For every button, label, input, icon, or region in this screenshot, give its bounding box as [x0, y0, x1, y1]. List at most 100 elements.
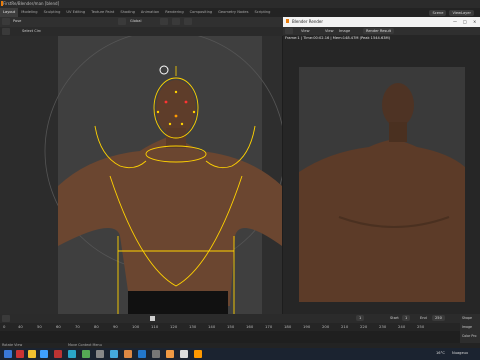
render-slot-selector[interactable]: Render Result — [363, 28, 395, 34]
blender-logo-icon — [1, 1, 3, 6]
ruler-tick: 190 — [303, 324, 311, 329]
ruler-tick: 240 — [398, 324, 406, 329]
app-icon-10[interactable] — [194, 350, 202, 358]
current-frame-field[interactable]: 1 — [356, 315, 365, 321]
ruler-tick: 250 — [417, 324, 425, 329]
viewlayer-selector[interactable]: ViewLayer — [449, 9, 474, 16]
select-mode-selector[interactable]: Select Circ — [22, 29, 41, 33]
render-neck — [389, 122, 407, 142]
start-label: Start — [390, 316, 399, 320]
render-result-image — [299, 67, 465, 302]
frame-ruler[interactable]: 0 40 50 60 70 80 90 100 110 120 130 140 … — [0, 323, 460, 331]
folder-icon[interactable] — [28, 350, 36, 358]
timeline-header: 1 Start 1 End 250 — [0, 314, 460, 323]
tab-compositing[interactable]: Compositing — [187, 8, 216, 17]
close-icon[interactable]: × — [473, 19, 476, 24]
ruler-tick: 130 — [189, 324, 197, 329]
ruler-tick: 210 — [341, 324, 349, 329]
ruler-tick: 120 — [170, 324, 178, 329]
ruler-tick: 80 — [94, 324, 99, 329]
app-icon-2[interactable] — [54, 350, 62, 358]
start-icon[interactable] — [4, 350, 12, 358]
select-tool-icon[interactable] — [2, 28, 10, 35]
side-panel: Shape Image Color Pro — [460, 314, 480, 343]
tab-shading[interactable]: Shading — [117, 8, 138, 17]
render-window-title: Blender Render — [292, 19, 324, 24]
app-icon-5[interactable] — [110, 350, 118, 358]
tab-uv-editing[interactable]: UV Editing — [63, 8, 88, 17]
start-frame-field[interactable]: 1 — [402, 315, 411, 321]
ruler-tick: 160 — [246, 324, 254, 329]
status-right: Move Context Menu — [68, 343, 102, 347]
character-head — [156, 80, 196, 136]
tab-geometry-nodes[interactable]: Geometry Nodes — [215, 8, 251, 17]
app-icon-4[interactable] — [96, 350, 104, 358]
ruler-tick: 230 — [379, 324, 387, 329]
menu-image[interactable]: Image — [339, 29, 350, 33]
editor-type-icon[interactable] — [285, 28, 293, 34]
render-window-titlebar: Blender Render — □ × — [283, 17, 480, 27]
render-head — [382, 83, 414, 127]
maximize-icon[interactable]: □ — [463, 19, 467, 24]
ruler-tick: 140 — [208, 324, 216, 329]
side-panel-item[interactable]: Color Pro — [462, 334, 476, 338]
image-editor-header: View View Image Render Result — [283, 27, 480, 35]
ruler-tick: 110 — [151, 324, 159, 329]
ruler-tick: 150 — [227, 324, 235, 329]
minimize-icon[interactable]: — — [453, 19, 457, 24]
transform-orientation-icon[interactable] — [118, 18, 126, 25]
menu-view[interactable]: View — [301, 29, 310, 33]
proportional-icon[interactable] — [184, 18, 192, 25]
ruler-tick: 200 — [322, 324, 330, 329]
taskbar: 16°C Nuageux — [0, 348, 480, 360]
ruler-tick: 100 — [132, 324, 140, 329]
tab-rendering[interactable]: Rendering — [162, 8, 186, 17]
app-icon-7[interactable] — [152, 350, 160, 358]
status-left: Rotate View — [2, 343, 23, 347]
browser-icon[interactable] — [40, 350, 48, 358]
mode-selector[interactable]: Pose — [13, 19, 21, 23]
tab-modeling[interactable]: Modeling — [18, 8, 40, 17]
blender-logo-icon — [286, 19, 289, 23]
ruler-tick: 60 — [56, 324, 61, 329]
ruler-tick: 0 — [3, 324, 6, 329]
tab-scripting[interactable]: Scripting — [251, 8, 273, 17]
app-icon[interactable] — [16, 350, 24, 358]
ruler-tick: 50 — [37, 324, 42, 329]
play-icon[interactable] — [150, 316, 155, 321]
side-panel-item[interactable]: Image — [462, 325, 472, 329]
app-icon-3[interactable] — [82, 350, 90, 358]
snap-icon[interactable] — [172, 18, 180, 25]
app-icon-9[interactable] — [180, 350, 188, 358]
render-info: Frame:1 | Time:00:02.16 | Mem:148.47M (P… — [285, 36, 391, 40]
menu-view-2[interactable]: View — [325, 29, 334, 33]
tab-sculpting[interactable]: Sculpting — [41, 8, 64, 17]
timeline-editor-icon[interactable] — [2, 315, 10, 322]
weather-desc: Nuageux — [452, 351, 469, 355]
app-icon-6[interactable] — [138, 350, 146, 358]
ruler-tick: 90 — [113, 324, 118, 329]
pivot-icon[interactable] — [160, 18, 168, 25]
editor-type-icon[interactable] — [2, 18, 10, 25]
side-panel-item[interactable]: Shape — [462, 316, 472, 320]
title-bar: FirstRe/Blender/man [blend] — [0, 0, 480, 8]
ruler-tick: 180 — [284, 324, 292, 329]
ruler-tick: 170 — [265, 324, 273, 329]
window-title: FirstRe/Blender/man [blend] — [3, 1, 60, 6]
end-frame-field[interactable]: 250 — [432, 315, 445, 321]
render-window: Blender Render — □ × View View Image Ren… — [283, 17, 480, 314]
timeline-body[interactable] — [0, 331, 460, 343]
3d-viewport[interactable] — [0, 36, 282, 314]
ruler-tick: 40 — [18, 324, 23, 329]
edge-icon[interactable] — [68, 350, 76, 358]
tab-animation[interactable]: Animation — [138, 8, 162, 17]
blender-taskbar-icon[interactable] — [124, 350, 132, 358]
transform-space-selector[interactable]: Global — [130, 19, 141, 23]
tab-layout[interactable]: Layout — [0, 8, 19, 17]
ruler-tick: 220 — [360, 324, 368, 329]
ruler-tick: 70 — [75, 324, 80, 329]
tab-texture-paint[interactable]: Texture Paint — [88, 8, 117, 17]
app-icon-8[interactable] — [166, 350, 174, 358]
scene-selector[interactable]: Scene — [429, 9, 447, 16]
viewport-canvas[interactable] — [0, 36, 282, 314]
